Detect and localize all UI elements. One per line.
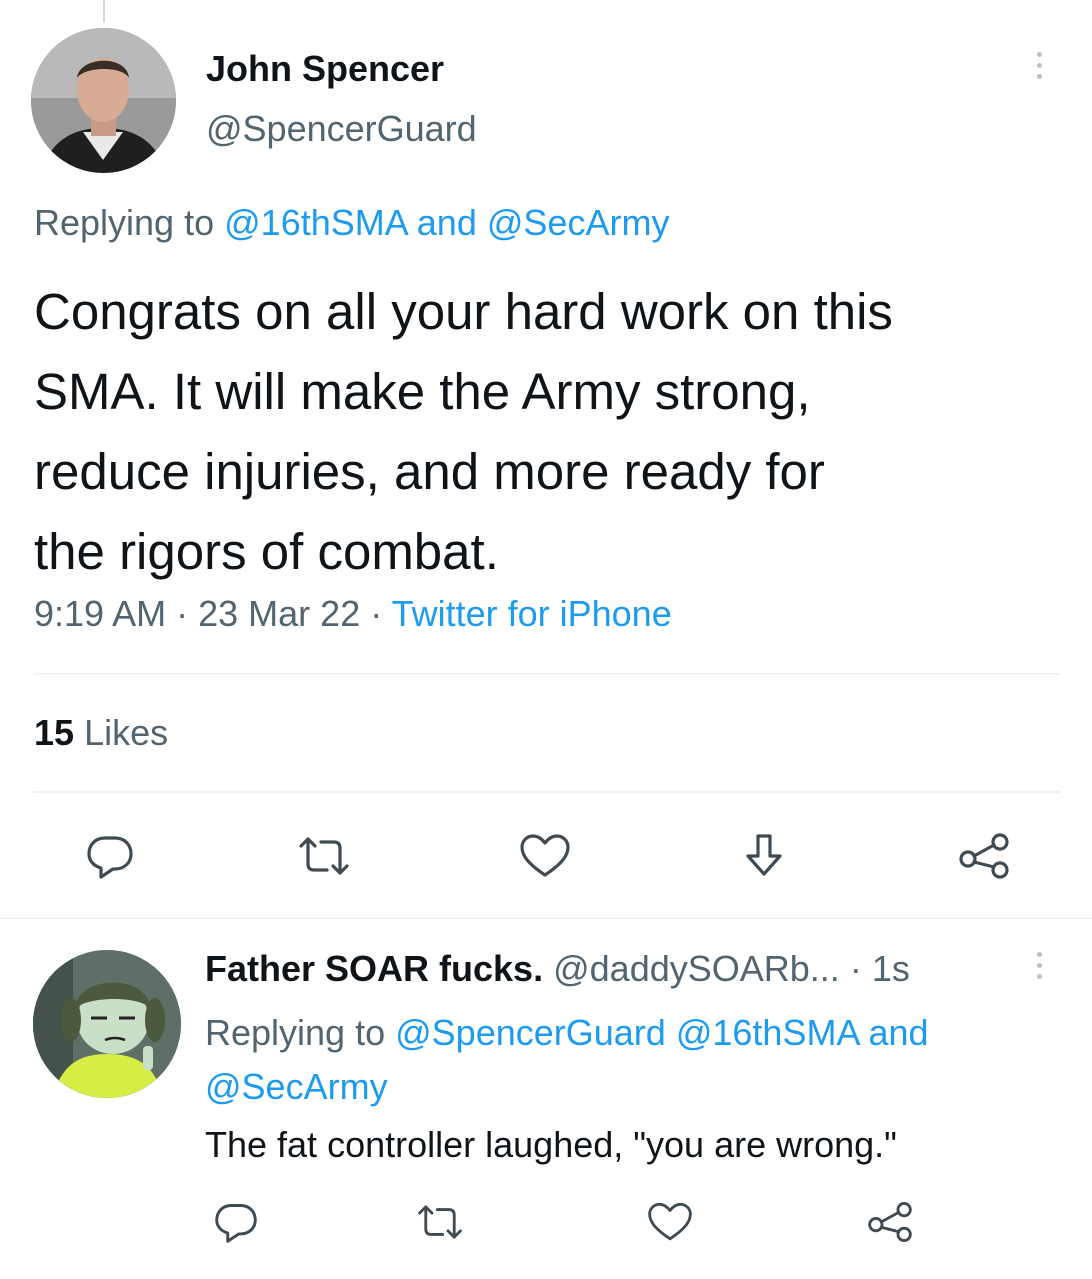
mention-link-16thsma[interactable]: @16thSMA xyxy=(676,1012,859,1053)
likes-label: Likes xyxy=(84,712,169,753)
retweet-icon xyxy=(299,837,349,875)
tweet-text: Congrats on all your hard work on this S… xyxy=(34,272,1074,592)
like-icon xyxy=(520,834,570,877)
tweet-source-link[interactable]: Twitter for iPhone xyxy=(392,593,672,634)
replying-to-line-1: Replying to @SpencerGuard @16thSMA and xyxy=(205,1006,1065,1060)
reply-header: Father SOAR fucks. @daddySOARb... · 1s xyxy=(205,948,910,990)
reply-share-button[interactable] xyxy=(860,1192,920,1252)
tweet-detail-page: John Spencer @SpencerGuard Replying to @… xyxy=(0,0,1092,1279)
share-button[interactable] xyxy=(954,826,1014,886)
author-avatar[interactable] xyxy=(31,28,176,173)
reply-replying-to: Replying to @SpencerGuard @16thSMA and @… xyxy=(205,1006,1065,1114)
reply-retweet-button[interactable] xyxy=(410,1192,470,1252)
mention-link-16thsma[interactable]: @16thSMA xyxy=(224,202,407,243)
meta-separator: · xyxy=(370,593,383,634)
reply-author-handle[interactable]: @daddySOARb... xyxy=(553,948,840,989)
reply-more-options-icon[interactable] xyxy=(1024,952,1054,992)
retweet-icon xyxy=(418,1205,462,1239)
reply-button[interactable] xyxy=(80,826,140,886)
divider xyxy=(34,673,1060,675)
reply-time-ago[interactable]: 1s xyxy=(872,948,910,989)
replying-and-text: and xyxy=(416,202,477,243)
share-icon xyxy=(959,833,1009,879)
divider xyxy=(34,791,1060,793)
like-icon xyxy=(648,1202,692,1241)
likes-count-link[interactable]: 15 Likes xyxy=(34,712,168,754)
meta-separator: · xyxy=(176,593,189,634)
thread-connector-line xyxy=(103,0,105,22)
reply-reply-button[interactable] xyxy=(206,1192,266,1252)
section-divider xyxy=(0,917,1092,919)
tweet-metadata: 9:19 AM · 23 Mar 22 · Twitter for iPhone xyxy=(34,593,672,635)
tweet-text-line: reduce injuries, and more ready for xyxy=(34,443,825,500)
retweet-button[interactable] xyxy=(294,826,354,886)
author-avatar-image xyxy=(31,28,176,173)
tweet-text-line: Congrats on all your hard work on this xyxy=(34,283,893,340)
mention-link-spencerguard[interactable]: @SpencerGuard xyxy=(395,1012,666,1053)
reply-author-avatar[interactable] xyxy=(33,950,181,1098)
more-options-icon[interactable] xyxy=(1024,52,1054,92)
reply-tweet-text: The fat controller laughed, "you are wro… xyxy=(205,1124,897,1165)
mention-link-secarmy[interactable]: @SecArmy xyxy=(487,202,670,243)
share-icon xyxy=(868,1202,912,1242)
tweet-text-line: SMA. It will make the Army strong, xyxy=(34,363,811,420)
reply-icon xyxy=(215,1204,257,1243)
reply-icon xyxy=(87,836,133,879)
bookmark-download-button[interactable] xyxy=(734,826,794,886)
reply-author-avatar-image xyxy=(33,950,181,1098)
replying-and-text: and xyxy=(868,1012,929,1053)
tweet-text-line: the rigors of combat. xyxy=(34,523,499,580)
tweet-date[interactable]: 23 Mar 22 xyxy=(198,593,360,634)
reply-like-button[interactable] xyxy=(640,1192,700,1252)
bookmark-down-icon xyxy=(746,834,782,876)
meta-separator: · xyxy=(849,948,862,989)
tweet-time[interactable]: 9:19 AM xyxy=(34,593,166,634)
mention-link-secarmy[interactable]: @SecArmy xyxy=(205,1060,1065,1114)
author-handle[interactable]: @SpencerGuard xyxy=(206,108,477,150)
like-button[interactable] xyxy=(515,826,575,886)
replying-to-label: Replying to xyxy=(205,1012,386,1053)
replying-to-label: Replying to xyxy=(34,202,215,243)
replying-to-line: Replying to @16thSMA and @SecArmy xyxy=(34,202,669,244)
author-name[interactable]: John Spencer xyxy=(206,48,444,90)
reply-author-name[interactable]: Father SOAR fucks. xyxy=(205,948,543,989)
likes-count: 15 xyxy=(34,712,75,753)
